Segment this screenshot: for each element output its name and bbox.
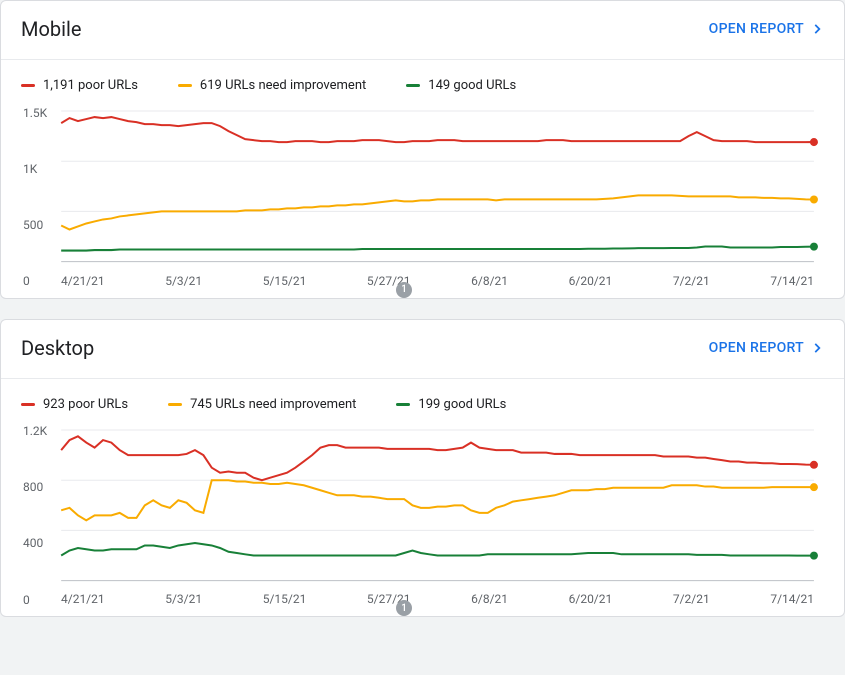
legend-label: 149 good URLs [428, 78, 516, 93]
series-needs-endpoint [810, 195, 818, 203]
y-tick-label: 800 [23, 480, 43, 494]
swatch-poor [21, 84, 35, 87]
x-tick-label: 6/8/21 [471, 592, 508, 606]
legend-label: 1,191 poor URLs [43, 78, 138, 93]
open-report-button-desktop[interactable]: OPEN REPORT [709, 340, 824, 356]
legend-item-needs: 619 URLs need improvement [178, 78, 366, 93]
x-tick-label: 5/15/21 [263, 592, 307, 606]
desktop-chart: 04008001.2K14/21/215/3/215/15/215/27/216… [21, 416, 824, 607]
series-good [61, 543, 814, 556]
series-needs [61, 195, 814, 229]
series-good-endpoint [810, 551, 818, 559]
legend-item-good: 199 good URLs [396, 397, 506, 412]
open-report-label: OPEN REPORT [709, 340, 804, 356]
x-tick-label: 5/3/21 [165, 592, 202, 606]
y-tick-label: 1.5K [23, 106, 47, 120]
series-good [61, 247, 814, 251]
legend-item-poor: 1,191 poor URLs [21, 78, 138, 93]
x-tick-label: 7/14/21 [770, 592, 814, 606]
legend-item-poor: 923 poor URLs [21, 397, 128, 412]
divider [1, 378, 844, 379]
divider [1, 59, 844, 60]
x-tick-label: 5/15/21 [263, 274, 307, 288]
swatch-good [406, 84, 420, 87]
x-axis-labels: 4/21/215/3/215/15/215/27/216/8/216/20/21… [21, 274, 824, 288]
legend-item-good: 149 good URLs [406, 78, 516, 93]
open-report-button-mobile[interactable]: OPEN REPORT [709, 21, 824, 37]
x-tick-label: 4/21/21 [61, 274, 105, 288]
x-tick-label: 6/20/21 [569, 592, 613, 606]
legend-item-needs: 745 URLs need improvement [168, 397, 356, 412]
swatch-needs [178, 84, 192, 87]
mobile-card: Mobile OPEN REPORT 1,191 poor URLs 619 U… [0, 0, 845, 299]
legend-label: 199 good URLs [418, 397, 506, 412]
swatch-good [396, 403, 410, 406]
open-report-label: OPEN REPORT [709, 21, 804, 37]
x-axis-labels: 4/21/215/3/215/15/215/27/216/8/216/20/21… [21, 592, 824, 606]
x-tick-label: 5/3/21 [165, 274, 202, 288]
desktop-legend: 923 poor URLs 745 URLs need improvement … [21, 397, 824, 412]
x-tick-label: 4/21/21 [61, 592, 105, 606]
swatch-poor [21, 403, 35, 406]
mobile-legend: 1,191 poor URLs 619 URLs need improvemen… [21, 78, 824, 93]
chevron-right-icon [810, 22, 824, 36]
desktop-header: Desktop OPEN REPORT [21, 336, 824, 360]
x-tick-label: 6/20/21 [569, 274, 613, 288]
y-tick-label: 1.2K [23, 424, 47, 438]
x-tick-label: 7/14/21 [770, 274, 814, 288]
chart-svg [21, 416, 824, 587]
y-tick-label: 1K [23, 162, 37, 176]
mobile-chart: 05001K1.5K14/21/215/3/215/15/215/27/216/… [21, 97, 824, 288]
series-poor [61, 117, 814, 142]
desktop-card: Desktop OPEN REPORT 923 poor URLs 745 UR… [0, 319, 845, 618]
legend-label: 923 poor URLs [43, 397, 128, 412]
series-good-endpoint [810, 243, 818, 251]
series-poor-endpoint [810, 138, 818, 146]
x-tick-label: 7/2/21 [673, 592, 710, 606]
chart-svg [21, 97, 824, 268]
y-tick-label: 0 [23, 593, 30, 607]
chart-marker[interactable]: 1 [396, 282, 412, 298]
series-poor-endpoint [810, 460, 818, 468]
series-needs [61, 480, 814, 520]
chevron-right-icon [810, 341, 824, 355]
x-tick-label: 6/8/21 [471, 274, 508, 288]
legend-label: 745 URLs need improvement [190, 397, 356, 412]
chart-marker[interactable]: 1 [396, 600, 412, 616]
series-poor [61, 436, 814, 480]
legend-label: 619 URLs need improvement [200, 78, 366, 93]
y-tick-label: 500 [23, 218, 43, 232]
y-tick-label: 0 [23, 274, 30, 288]
mobile-title: Mobile [21, 17, 81, 41]
swatch-needs [168, 403, 182, 406]
y-tick-label: 400 [23, 536, 43, 550]
desktop-title: Desktop [21, 336, 94, 360]
x-tick-label: 7/2/21 [673, 274, 710, 288]
mobile-header: Mobile OPEN REPORT [21, 17, 824, 41]
series-needs-endpoint [810, 483, 818, 491]
